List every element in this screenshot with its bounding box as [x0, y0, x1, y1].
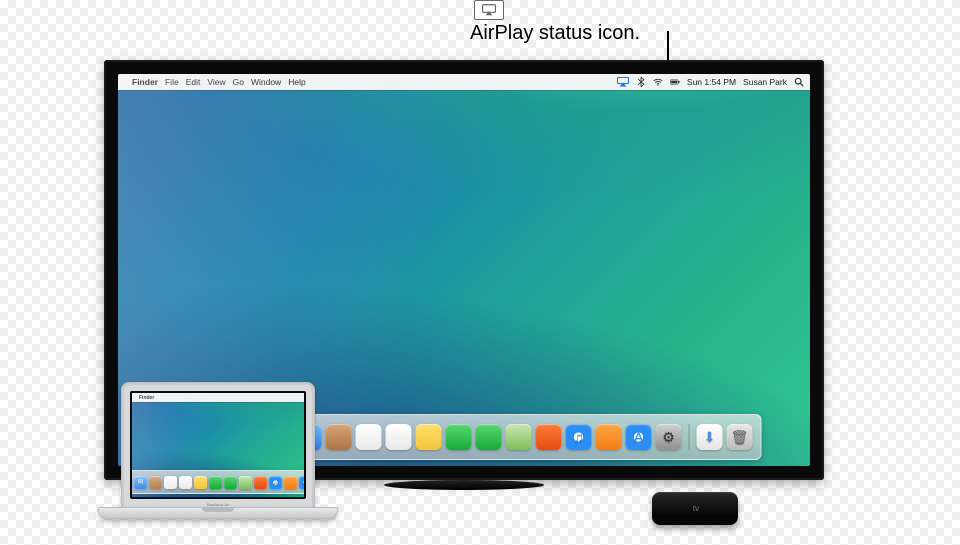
- dock-app-ibooks[interactable]: [284, 476, 297, 489]
- menu-view[interactable]: View: [207, 77, 225, 87]
- dock-app-trash[interactable]: 🗑: [727, 424, 753, 450]
- dock-app-app-store[interactable]: A: [626, 424, 652, 450]
- menubar-user[interactable]: Susan Park: [743, 77, 787, 87]
- airplay-callout-icon-box: [474, 0, 504, 20]
- dock-app-app-store[interactable]: A: [299, 476, 304, 489]
- menu-go[interactable]: Go: [233, 77, 244, 87]
- dock-app-contacts[interactable]: [149, 476, 162, 489]
- dock-app-ibooks[interactable]: [596, 424, 622, 450]
- wifi-status-icon[interactable]: [653, 77, 663, 87]
- airplay-icon: [482, 4, 496, 16]
- menubar[interactable]: Finder File Edit View Go Window Help: [118, 74, 810, 90]
- macbook-bezel: Finder ✉︎♫A⚙︎⬇︎🗑: [130, 391, 306, 499]
- tv-stand: [384, 480, 544, 490]
- dock-app-photo-booth[interactable]: [536, 424, 562, 450]
- menubar-clock[interactable]: Sun 1:54 PM: [687, 77, 736, 87]
- dock-app-photo-booth[interactable]: [254, 476, 267, 489]
- dock-app-facetime[interactable]: [224, 476, 237, 489]
- dock-app-itunes[interactable]: ♫: [566, 424, 592, 450]
- dock-app-maps[interactable]: [239, 476, 252, 489]
- macbook-desktop: Finder ✉︎♫A⚙︎⬇︎🗑: [132, 393, 304, 497]
- dock-app-system-preferences[interactable]: ⚙︎: [656, 424, 682, 450]
- apple-tv-logo: tv: [691, 504, 699, 513]
- dock-app-notes[interactable]: [194, 476, 207, 489]
- menu-file[interactable]: File: [165, 77, 179, 87]
- dock-app-itunes[interactable]: ♫: [269, 476, 282, 489]
- dock-app-notes[interactable]: [416, 424, 442, 450]
- airplay-status-icon[interactable]: [617, 77, 629, 87]
- bluetooth-status-icon[interactable]: [636, 77, 646, 87]
- menu-help[interactable]: Help: [288, 77, 305, 87]
- macbook-lid: Finder ✉︎♫A⚙︎⬇︎🗑 MacBook Air: [121, 382, 315, 510]
- dock-app-messages[interactable]: [446, 424, 472, 450]
- macbook-base: [98, 507, 338, 519]
- dock-app-facetime[interactable]: [476, 424, 502, 450]
- dock-separator: [689, 424, 690, 450]
- macbook-menubar[interactable]: Finder: [132, 393, 304, 402]
- dock-app-calendar[interactable]: [164, 476, 177, 489]
- spotlight-icon[interactable]: [794, 77, 804, 87]
- macbook-dock[interactable]: ✉︎♫A⚙︎⬇︎🗑: [132, 470, 304, 494]
- macbook-screen: Finder ✉︎♫A⚙︎⬇︎🗑: [132, 393, 304, 497]
- menubar-app-name[interactable]: Finder: [139, 395, 154, 401]
- dock-app-calendar[interactable]: [356, 424, 382, 450]
- menubar-app-name[interactable]: Finder: [132, 77, 158, 87]
- dock-app-reminders[interactable]: [179, 476, 192, 489]
- menu-edit[interactable]: Edit: [186, 77, 201, 87]
- apple-tv-device: tv: [652, 492, 738, 525]
- menu-window[interactable]: Window: [251, 77, 281, 87]
- dock-app-maps[interactable]: [506, 424, 532, 450]
- scene: AirPlay status icon. Finder File Edit Vi…: [0, 0, 960, 545]
- battery-status-icon[interactable]: [670, 77, 680, 87]
- dock-app-messages[interactable]: [209, 476, 222, 489]
- airplay-callout-label: AirPlay status icon.: [470, 22, 640, 45]
- dock-app-reminders[interactable]: [386, 424, 412, 450]
- dock-app-downloads[interactable]: ⬇︎: [697, 424, 723, 450]
- macbook: Finder ✉︎♫A⚙︎⬇︎🗑 MacBook Air: [98, 382, 336, 540]
- macbook-notch: [202, 508, 234, 512]
- apple-tv-logo-text: tv: [693, 504, 699, 513]
- dock-app-mail[interactable]: ✉︎: [134, 476, 147, 489]
